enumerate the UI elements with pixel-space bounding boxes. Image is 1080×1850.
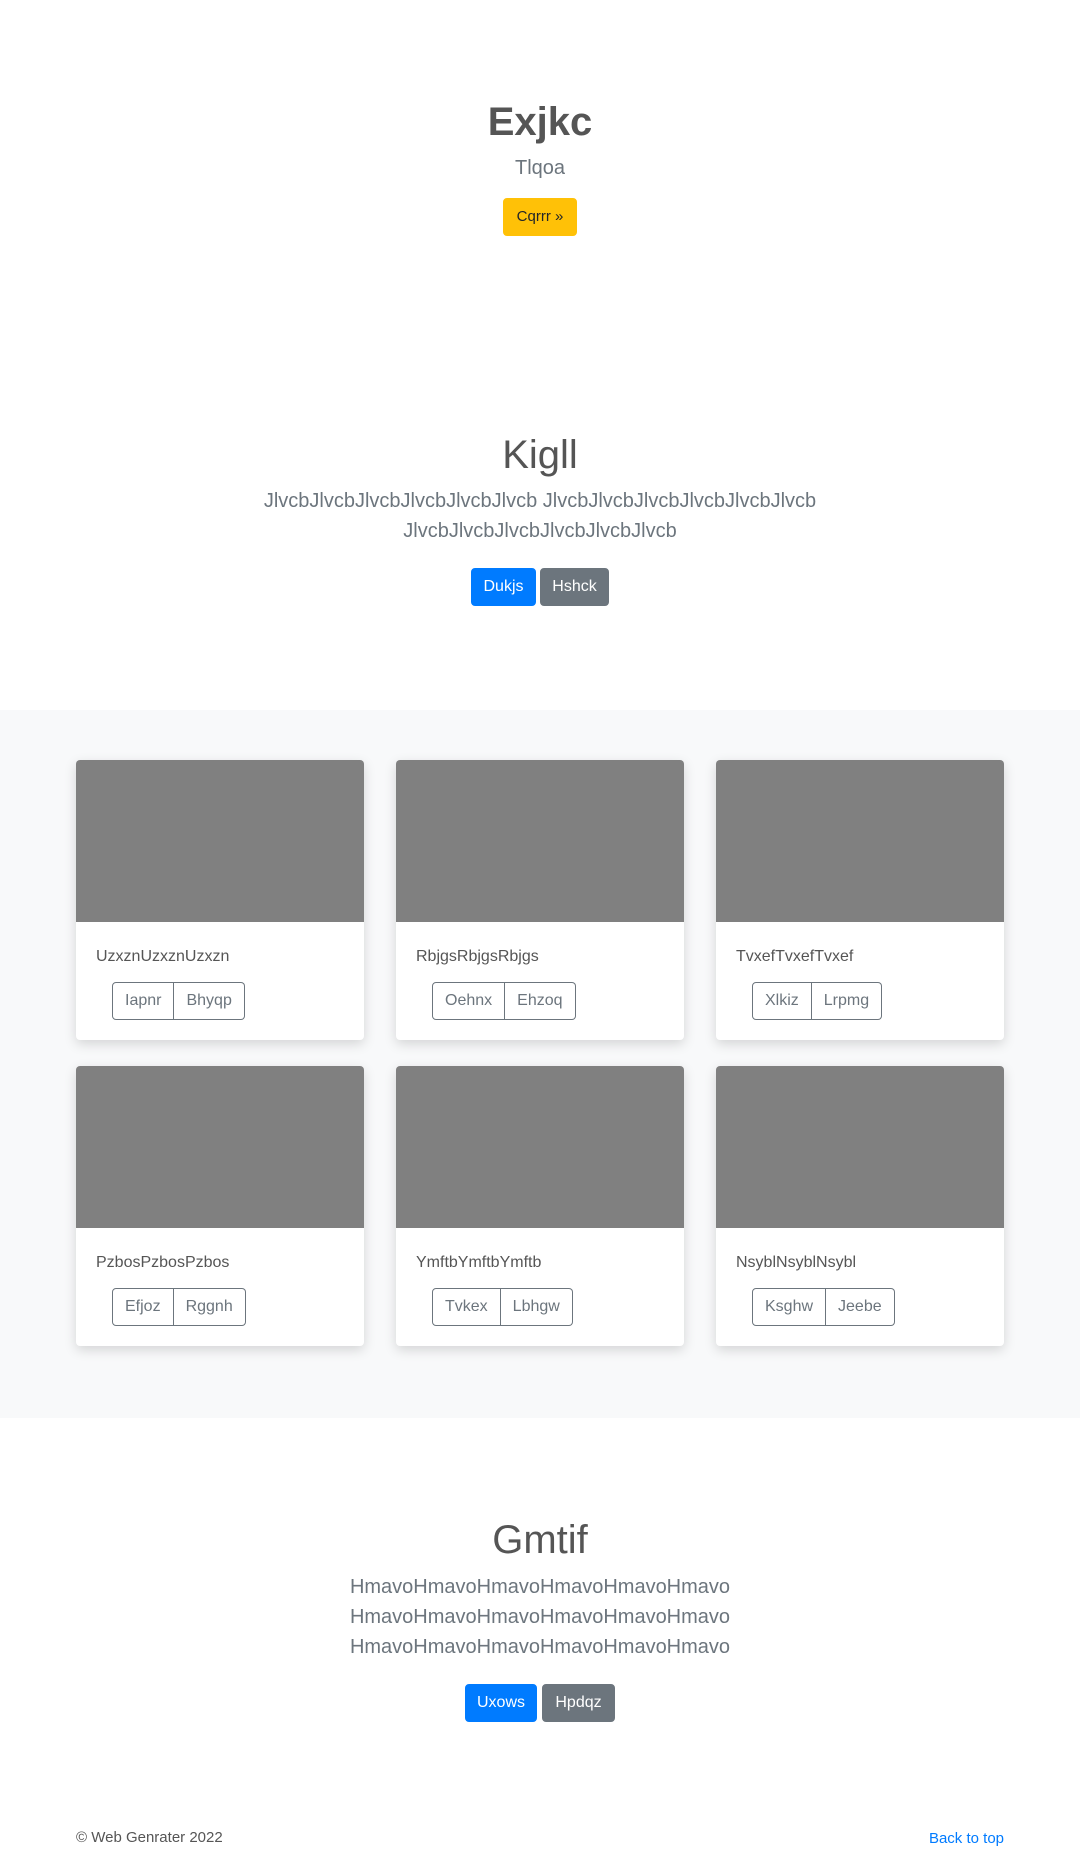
feature-secondary-button[interactable]: Hpdqz <box>542 1684 615 1722</box>
card-button-group: Tvkex Lbhgw <box>432 1288 573 1326</box>
card-view-button[interactable]: Oehnx <box>432 982 506 1020</box>
card-text: YmftbYmftbYmftb <box>416 1254 542 1271</box>
card-button-group: Xlkiz Lrpmg <box>752 982 883 1020</box>
card-view-button[interactable]: Xlkiz <box>752 982 812 1020</box>
hero-section: Exjkc Tlqoa Cqrrr » <box>0 0 1080 330</box>
back-to-top-link[interactable]: Back to top <box>929 1829 1004 1849</box>
feature-text-line-3: HmavoHmavoHmavoHmavoHmavoHmavo <box>349 1636 731 1658</box>
footer-copyright: © Web Genrater 2022 <box>76 1829 223 1846</box>
album-card: RbjgsRbjgsRbjgs Oehnx Ehzoq <box>396 760 684 1040</box>
card-button-group: Ksghw Jeebe <box>752 1288 895 1326</box>
intro-text-line-2: JlvcbJlvcbJlvcbJlvcbJlvcbJlvcb <box>403 520 677 542</box>
album-card: PzbosPzbosPzbos Efjoz Rggnh <box>76 1066 364 1346</box>
album-card: YmftbYmftbYmftb Tvkex Lbhgw <box>396 1066 684 1346</box>
card-view-button[interactable]: Efjoz <box>112 1288 174 1326</box>
card-text: RbjgsRbjgsRbjgs <box>416 948 539 965</box>
hero-subtitle: Tlqoa <box>514 157 566 179</box>
feature-text-line-1: HmavoHmavoHmavoHmavoHmavoHmavo <box>349 1576 731 1598</box>
card-image-placeholder <box>716 760 1004 922</box>
intro-primary-button[interactable]: Dukjs <box>471 568 536 606</box>
card-edit-button[interactable]: Rggnh <box>173 1288 246 1326</box>
card-text: NsyblNsyblNsybl <box>736 1254 857 1271</box>
card-edit-button[interactable]: Bhyqp <box>174 982 245 1020</box>
card-edit-button[interactable]: Lbhgw <box>500 1288 573 1326</box>
card-text: UzxznUzxznUzxzn <box>96 948 230 965</box>
hero-title: Exjkc <box>487 100 593 144</box>
card-button-group: Efjoz Rggnh <box>112 1288 246 1326</box>
feature-text-line-2: HmavoHmavoHmavoHmavoHmavoHmavo <box>349 1606 731 1628</box>
album-card: TvxefTvxefTvxef Xlkiz Lrpmg <box>716 760 1004 1040</box>
album-card: NsyblNsyblNsybl Ksghw Jeebe <box>716 1066 1004 1346</box>
card-view-button[interactable]: Ksghw <box>752 1288 827 1326</box>
intro-title: Kigll <box>502 433 578 477</box>
card-view-button[interactable]: Iapnr <box>112 982 175 1020</box>
card-image-placeholder <box>716 1066 1004 1228</box>
card-text: PzbosPzbosPzbos <box>96 1254 230 1271</box>
card-edit-button[interactable]: Ehzoq <box>505 982 576 1020</box>
feature-primary-button[interactable]: Uxows <box>465 1684 537 1722</box>
card-text: TvxefTvxefTvxef <box>736 948 854 965</box>
card-image-placeholder <box>396 1066 684 1228</box>
card-edit-button[interactable]: Lrpmg <box>811 982 883 1020</box>
card-image-placeholder <box>396 760 684 922</box>
card-button-group: Iapnr Bhyqp <box>112 982 245 1020</box>
card-image-placeholder <box>76 1066 364 1228</box>
hero-cta-button[interactable]: Cqrrr » <box>503 198 577 236</box>
album-card: UzxznUzxznUzxzn Iapnr Bhyqp <box>76 760 364 1040</box>
card-button-group: Oehnx Ehzoq <box>432 982 576 1020</box>
intro-text-line-1: JlvcbJlvcbJlvcbJlvcbJlvcbJlvcb JlvcbJlvc… <box>263 490 817 512</box>
card-image-placeholder <box>76 760 364 922</box>
card-edit-button[interactable]: Jeebe <box>826 1288 895 1326</box>
card-view-button[interactable]: Tvkex <box>432 1288 501 1326</box>
album-section: UzxznUzxznUzxzn Iapnr Bhyqp RbjgsRbjgsRb… <box>0 710 1080 1418</box>
intro-secondary-button[interactable]: Hshck <box>540 568 609 606</box>
feature-title: Gmtif <box>492 1518 588 1562</box>
